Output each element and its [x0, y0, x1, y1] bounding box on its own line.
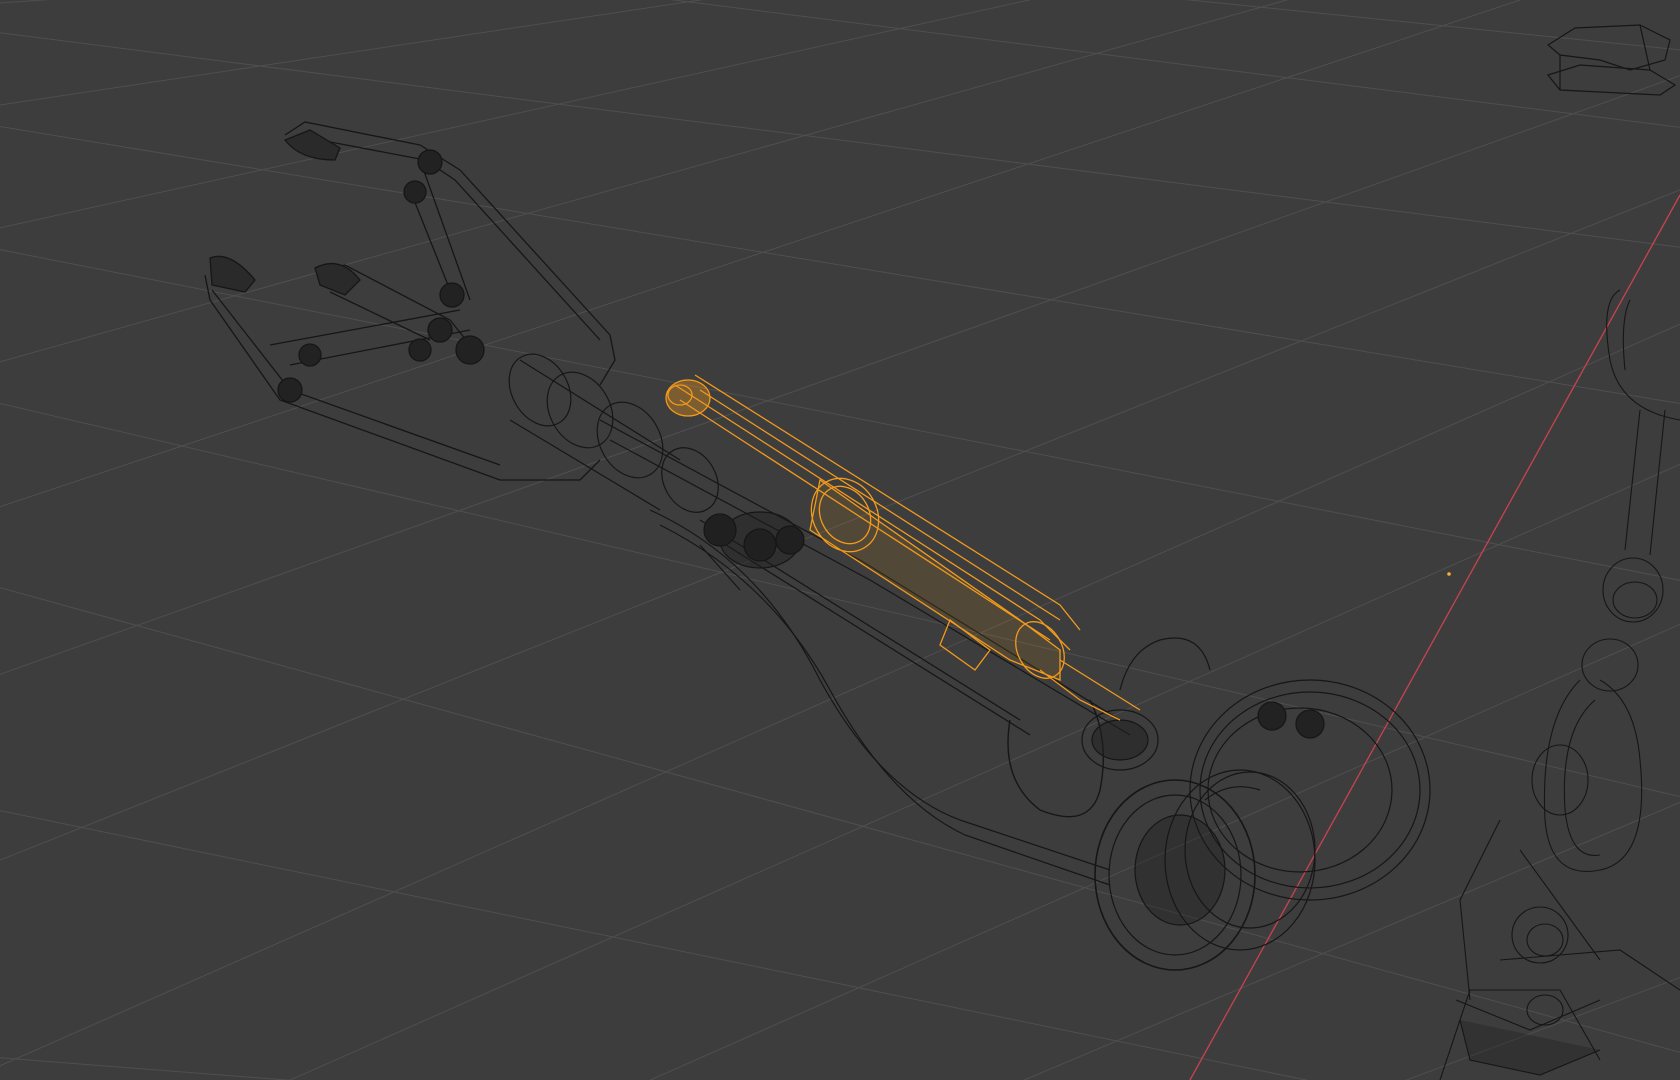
3d-viewport[interactable]	[0, 0, 1680, 1080]
robot-arm[interactable]	[497, 343, 1431, 971]
background-rig[interactable]	[1439, 289, 1680, 1080]
gripper-claw[interactable]	[204, 121, 616, 481]
origin-dot	[1447, 572, 1451, 576]
